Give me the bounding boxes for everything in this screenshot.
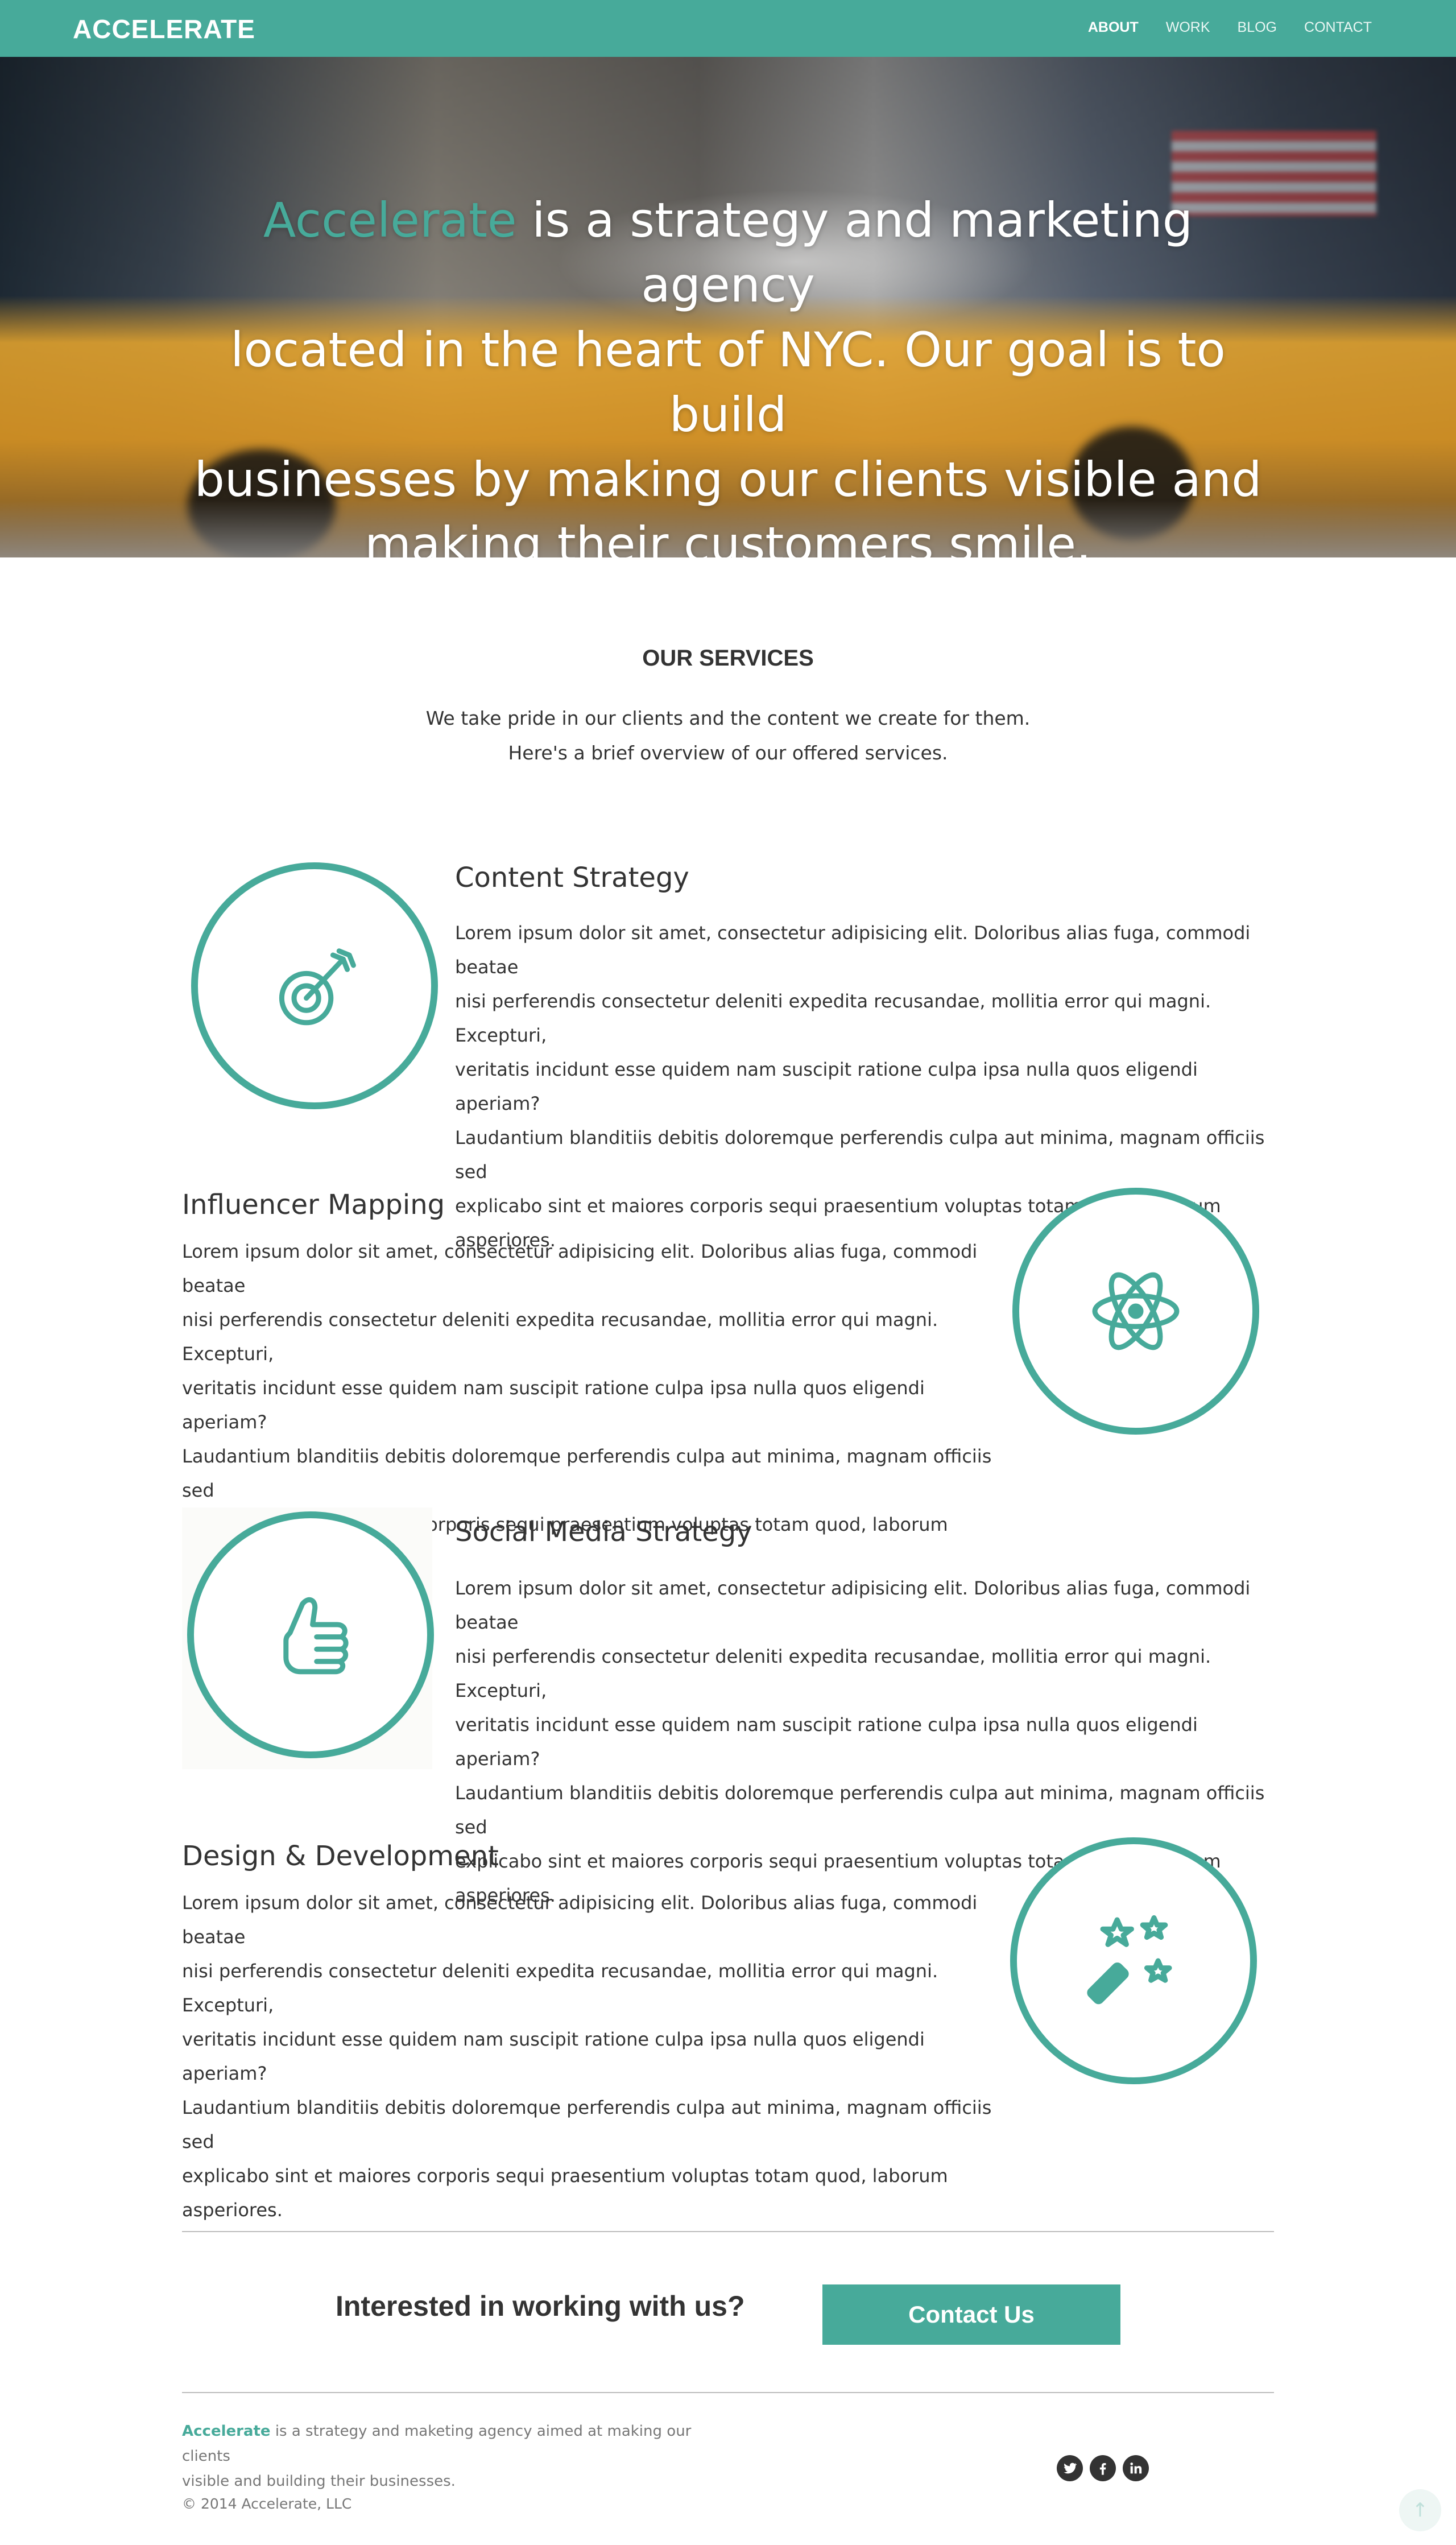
hero-line-3: businesses by making our clients visible…	[194, 452, 1262, 507]
magic-wand-icon	[1087, 1915, 1172, 2005]
twitter-link[interactable]	[1057, 2455, 1083, 2481]
text-line: Laudantium blanditiis debitis doloremque…	[455, 1782, 1265, 1838]
influencer-mapping-badge	[1012, 1188, 1259, 1435]
twitter-icon	[1064, 2463, 1077, 2474]
contact-us-button[interactable]: Contact Us	[822, 2284, 1120, 2345]
text-line: veritatis incidunt esse quidem nam susci…	[455, 1059, 1198, 1114]
linkedin-icon	[1130, 2463, 1142, 2474]
hero-line-2: located in the heart of NYC. Our goal is…	[230, 322, 1226, 443]
content-strategy-badge	[191, 862, 438, 1109]
nav-blog[interactable]: BLOG	[1238, 19, 1277, 36]
footer-about: Accelerate is a strategy and maketing ag…	[182, 2419, 728, 2494]
services-title: OUR SERVICES	[642, 646, 814, 671]
text-line: nisi perferendis consectetur deleniti ex…	[455, 990, 1211, 1046]
facebook-link[interactable]	[1090, 2455, 1116, 2481]
facebook-icon	[1099, 2463, 1106, 2475]
linkedin-link[interactable]	[1123, 2455, 1149, 2481]
social-media-strategy-title: Social Media Strategy	[455, 1516, 752, 1548]
divider-bottom	[182, 2392, 1274, 2393]
hero-brand: Accelerate	[263, 192, 517, 248]
text-line: veritatis incidunt esse quidem nam susci…	[455, 1714, 1198, 1770]
nav-work[interactable]: WORK	[1166, 19, 1210, 36]
nav-contact[interactable]: CONTACT	[1304, 19, 1372, 36]
site-logo[interactable]: ACCELERATE	[73, 14, 255, 44]
main-nav: ABOUT WORK BLOG CONTACT	[1088, 19, 1372, 36]
influencer-mapping-title: Influencer Mapping	[182, 1189, 445, 1221]
back-to-top-button[interactable]: ↑	[1399, 2489, 1441, 2531]
copyright: © 2014 Accelerate, LLC	[182, 2496, 352, 2512]
text-line: explicabo sint et maiores corporis sequi…	[182, 2165, 948, 2221]
divider-top	[182, 2231, 1274, 2232]
text-line: Laudantium blanditiis debitis doloremque…	[182, 1445, 992, 1501]
social-media-strategy-badge	[187, 1511, 434, 1758]
design-development-badge	[1010, 1837, 1257, 2084]
atom-icon	[1092, 1272, 1180, 1350]
hero-line-4: making their customers smile.	[365, 517, 1091, 557]
text-line: Laudantium blanditiis debitis doloremque…	[182, 2097, 992, 2152]
content-strategy-title: Content Strategy	[455, 862, 689, 894]
thumbs-up-icon	[283, 1597, 349, 1675]
text-line: nisi perferendis consectetur deleniti ex…	[182, 1309, 938, 1365]
target-arrow-icon	[279, 948, 356, 1026]
nav-about[interactable]: ABOUT	[1088, 19, 1139, 36]
text-line: Lorem ipsum dolor sit amet, consectetur …	[455, 922, 1251, 978]
text-line: Lorem ipsum dolor sit amet, consectetur …	[182, 1892, 978, 1948]
text-line: nisi perferendis consectetur deleniti ex…	[182, 1960, 938, 2016]
hero-banner: Accelerate is a strategy and marketing a…	[0, 57, 1456, 557]
services-intro-line-2: Here's a brief overview of our offered s…	[508, 742, 948, 764]
text-line: nisi perferendis consectetur deleniti ex…	[455, 1646, 1211, 1701]
hero-headline: Accelerate is a strategy and marketing a…	[188, 188, 1268, 557]
text-line: Laudantium blanditiis debitis doloremque…	[455, 1127, 1265, 1183]
top-navbar: ACCELERATE ABOUT WORK BLOG CONTACT	[0, 0, 1456, 57]
text-line: Lorem ipsum dolor sit amet, consectetur …	[455, 1577, 1251, 1633]
cta-question: Interested in working with us?	[336, 2290, 745, 2322]
social-links	[1057, 2455, 1149, 2481]
hero-line-1: is a strategy and marketing agency	[516, 192, 1193, 313]
design-development-title: Design & Development	[182, 1840, 499, 1872]
footer-brand[interactable]: Accelerate	[182, 2423, 271, 2440]
text-line: veritatis incidunt esse quidem nam susci…	[182, 2028, 925, 2084]
design-development-text: Lorem ipsum dolor sit amet, consectetur …	[182, 1886, 1007, 2227]
footer-about-line-2: visible and building their businesses.	[182, 2473, 456, 2490]
services-intro-line-1: We take pride in our clients and the con…	[425, 707, 1031, 729]
services-intro: We take pride in our clients and the con…	[0, 701, 1456, 770]
text-line: Lorem ipsum dolor sit amet, consectetur …	[182, 1241, 978, 1296]
text-line: veritatis incidunt esse quidem nam susci…	[182, 1377, 925, 1433]
